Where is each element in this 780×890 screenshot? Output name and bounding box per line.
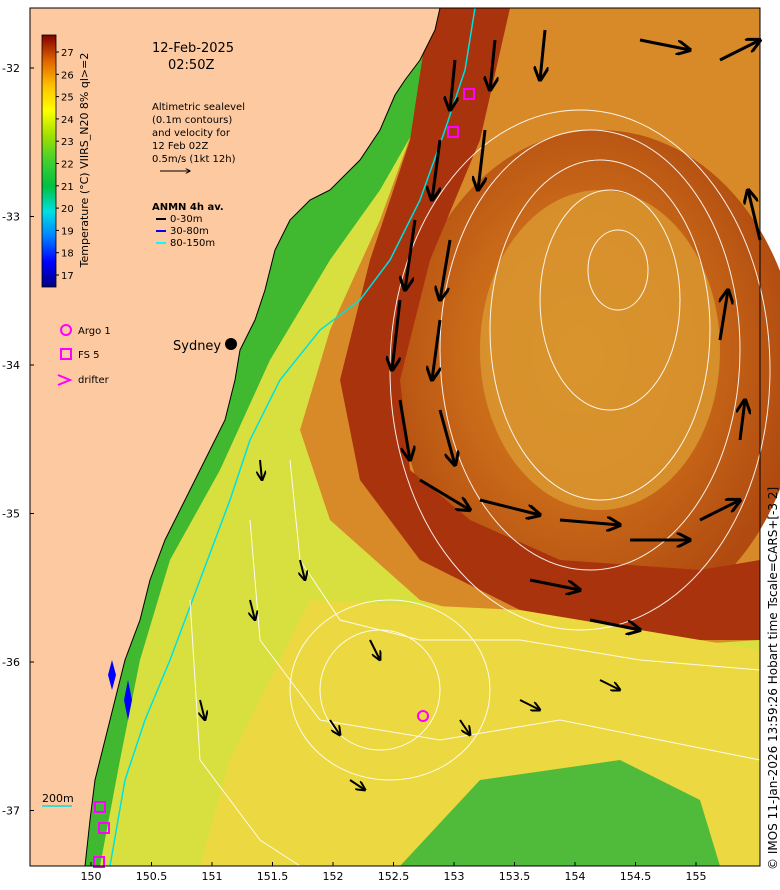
x-tick-label: 150.5	[136, 870, 168, 883]
colorbar-tick-label: 17	[61, 271, 74, 282]
legend-drifter: drifter	[78, 375, 110, 386]
sydney-label: Sydney	[173, 339, 221, 354]
anmn-item-2: 80-150m	[170, 238, 215, 249]
x-tick-label: 154.5	[620, 870, 652, 883]
x-tick-label: 153.5	[499, 870, 531, 883]
anmn-item-1: 30-80m	[170, 226, 209, 237]
altimetry-line-1: Altimetric sealevel	[152, 102, 245, 113]
colorbar-tick-label: 24	[61, 115, 74, 126]
y-tick-label: -36	[2, 656, 20, 669]
altimetry-line-5: 0.5m/s (1kt 12h)	[152, 154, 236, 165]
legend-argo: Argo 1	[78, 326, 111, 337]
x-tick-label: 154	[565, 870, 586, 883]
y-axis: -32 -33 -34 -35 -36 -37	[2, 62, 34, 818]
anmn-title: ANMN 4h av.	[152, 202, 224, 213]
colorbar-tick-label: 23	[61, 137, 74, 148]
x-tick-label: 153	[444, 870, 465, 883]
depth-label: 200m	[42, 792, 74, 805]
y-tick-label: -35	[2, 508, 20, 521]
x-tick-label: 150	[81, 870, 102, 883]
sydney-dot	[225, 338, 237, 350]
x-tick-label: 151	[202, 870, 223, 883]
colorbar-tick-label: 26	[61, 70, 74, 81]
colorbar-tick-label: 18	[61, 249, 74, 260]
y-tick-label: -34	[2, 359, 20, 372]
x-tick-label: 152	[323, 870, 344, 883]
colorbar-tick-label: 25	[61, 93, 74, 104]
time-label: 02:50Z	[168, 58, 214, 73]
x-tick-label: 152.5	[378, 870, 410, 883]
colorbar-label: Temperature (°C) VIIRS_N20 8% ql>=2	[78, 53, 91, 269]
colorbar	[41, 34, 57, 288]
altimetry-line-4: 12 Feb 02Z	[152, 141, 209, 152]
legend-fs: FS 5	[78, 350, 99, 361]
colorbar-tick-label: 22	[61, 160, 74, 171]
altimetry-line-3: and velocity for	[152, 128, 231, 139]
y-tick-label: -32	[2, 62, 20, 75]
y-tick-label: -37	[2, 805, 20, 818]
x-tick-label: 155	[686, 870, 707, 883]
y-tick-label: -33	[2, 211, 20, 224]
altimetry-line-2: (0.1m contours)	[152, 115, 232, 126]
credit-text: © IMOS 11-Jan-2026 13:59:26 Hobart time …	[766, 487, 780, 870]
date-label: 12-Feb-2025	[152, 41, 234, 56]
anmn-item-0: 0-30m	[170, 214, 202, 225]
colorbar-tick-label: 19	[61, 226, 74, 237]
colorbar-tick-label: 21	[61, 182, 74, 193]
colorbar-tick-label: 20	[61, 204, 74, 215]
x-tick-label: 151.5	[257, 870, 289, 883]
sst-map: 27 26 25 24 23 22 21 20 19 18 17 Temperature (°C) …	[2, 7, 780, 883]
colorbar-tick-label: 27	[61, 48, 74, 59]
